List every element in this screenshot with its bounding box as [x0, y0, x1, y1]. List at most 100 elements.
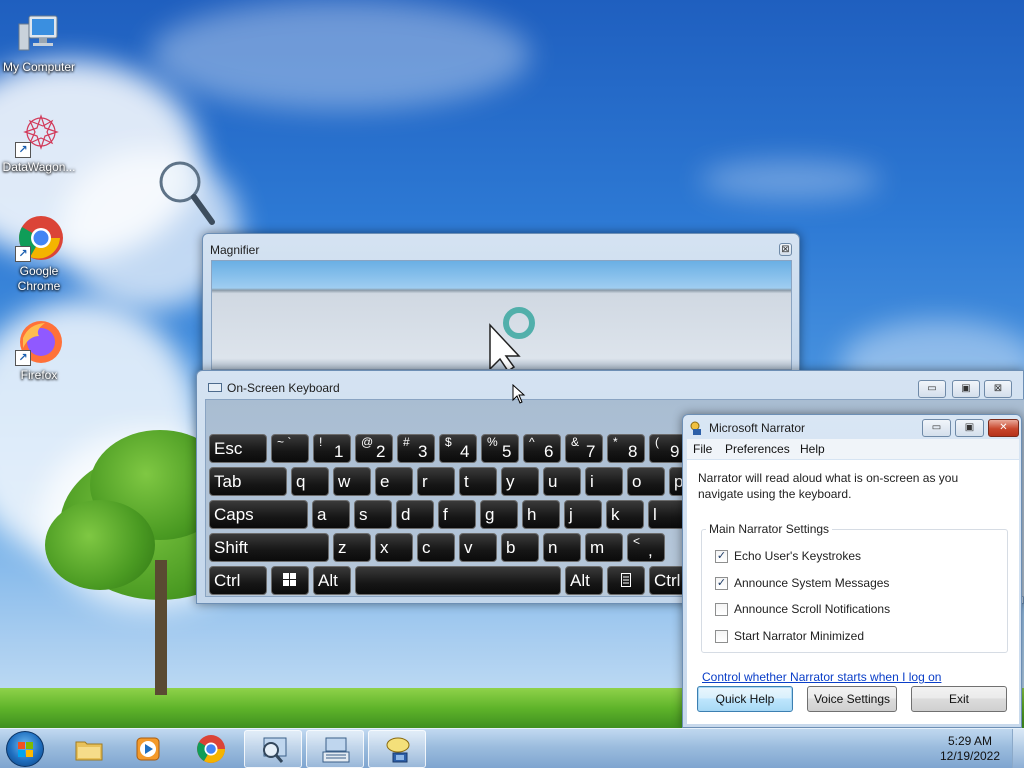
key-windows[interactable] [271, 566, 309, 595]
close-button[interactable]: ⊠ [984, 380, 1012, 398]
key-s[interactable]: s [354, 500, 392, 529]
menu-bar: File Preferences Help [687, 439, 1019, 459]
key-caps[interactable]: Caps [209, 500, 308, 529]
taskbar-media-player[interactable] [120, 730, 178, 768]
key-tilde[interactable]: ~ ` [271, 434, 309, 463]
key-u[interactable]: u [543, 467, 581, 496]
key-j[interactable]: j [564, 500, 602, 529]
key-e[interactable]: e [375, 467, 413, 496]
key-esc[interactable]: Esc [209, 434, 267, 463]
window-title: On-Screen Keyboard [227, 381, 340, 395]
checkbox-unchecked[interactable] [715, 630, 728, 643]
key-ctrl[interactable]: Ctrl [209, 566, 267, 595]
key-v[interactable]: v [459, 533, 497, 562]
key-r[interactable]: r [417, 467, 455, 496]
desktop-icon-firefox[interactable]: ↗ Firefox [0, 318, 78, 383]
menu-icon [621, 573, 631, 587]
computer-icon [15, 10, 63, 58]
taskbar-on-screen-keyboard[interactable] [306, 730, 364, 768]
clock-time: 5:29 AM [947, 734, 993, 748]
narrator-icon [690, 421, 701, 435]
close-button[interactable]: ✕ [988, 419, 1019, 437]
key-k[interactable]: k [606, 500, 644, 529]
busy-cursor-icon [503, 307, 535, 339]
taskbar-explorer[interactable] [60, 730, 118, 768]
key-7[interactable]: & 7 [565, 434, 603, 463]
key-t[interactable]: t [459, 467, 497, 496]
close-button[interactable]: ⊠ [779, 243, 792, 256]
key-n[interactable]: n [543, 533, 581, 562]
maximize-button[interactable]: ▣ [955, 419, 984, 437]
checkbox-unchecked[interactable] [715, 603, 728, 616]
checkbox-checked[interactable]: ✓ [715, 577, 728, 590]
startup-settings-link[interactable]: Control whether Narrator starts when I l… [702, 670, 941, 684]
key-i[interactable]: i [585, 467, 623, 496]
key-c[interactable]: c [417, 533, 455, 562]
shortcut-arrow-icon: ↗ [15, 246, 31, 262]
minimize-button[interactable]: ▭ [922, 419, 951, 437]
menu-help[interactable]: Help [800, 442, 825, 456]
keyboard-icon [322, 737, 350, 763]
key-shift[interactable]: Shift [209, 533, 329, 562]
key-h[interactable]: h [522, 500, 560, 529]
key-o[interactable]: o [627, 467, 665, 496]
desktop-icon-label: My Computer [2, 60, 76, 74]
chrome-icon: ↗ [15, 214, 63, 262]
option-label: Echo User's Keystrokes [734, 549, 862, 563]
key-5[interactable]: % 5 [481, 434, 519, 463]
tree-trunk [155, 560, 167, 695]
voice-settings-button[interactable]: Voice Settings [807, 686, 897, 712]
desktop-icon-datawagon[interactable]: ↗ DataWagon... [0, 110, 78, 175]
key-y[interactable]: y [501, 467, 539, 496]
clock-date: 12/19/2022 [939, 749, 1001, 763]
key-x[interactable]: x [375, 533, 413, 562]
key-l[interactable]: l [648, 500, 686, 529]
key-1[interactable]: ! 1 [313, 434, 351, 463]
mouse-pointer-icon [489, 323, 521, 369]
narrator-icon [386, 737, 410, 763]
description-text: Narrator will read aloud what is on-scre… [698, 471, 959, 501]
magnifier-lens-icon[interactable] [158, 160, 218, 228]
key-d[interactable]: d [396, 500, 434, 529]
key-8[interactable]: * 8 [607, 434, 645, 463]
mouse-pointer-icon [512, 384, 526, 404]
key-q[interactable]: q [291, 467, 329, 496]
key-a[interactable]: a [312, 500, 350, 529]
key-m[interactable]: m [585, 533, 623, 562]
key-space[interactable] [355, 566, 561, 595]
key-3[interactable]: #3 [397, 434, 435, 463]
magnifier-icon [263, 737, 287, 763]
chrome-icon [197, 735, 225, 763]
taskbar-chrome[interactable] [182, 730, 240, 768]
maximize-button[interactable]: ▣ [952, 380, 980, 398]
key-w[interactable]: w [333, 467, 371, 496]
key-f[interactable]: f [438, 500, 476, 529]
taskbar-narrator[interactable] [368, 730, 426, 768]
key-alt-right[interactable]: Alt [565, 566, 603, 595]
key-4[interactable]: $4 [439, 434, 477, 463]
key-alt[interactable]: Alt [313, 566, 351, 595]
key-comma[interactable]: <, [627, 533, 665, 562]
taskbar-magnifier[interactable] [244, 730, 302, 768]
desktop-icon-google-chrome[interactable]: ↗ Google Chrome [0, 214, 78, 294]
checkbox-checked[interactable]: ✓ [715, 550, 728, 563]
desktop-icon-label: Firefox [20, 368, 58, 382]
clock[interactable]: 5:29 AM 12/19/2022 [930, 734, 1010, 764]
key-6[interactable]: ^ 6 [523, 434, 561, 463]
show-desktop-button[interactable] [1012, 729, 1024, 768]
key-g[interactable]: g [480, 500, 518, 529]
key-2[interactable]: @2 [355, 434, 393, 463]
quick-help-button[interactable]: Quick Help [697, 686, 793, 712]
menu-preferences[interactable]: Preferences [725, 442, 790, 456]
start-button[interactable] [6, 731, 44, 767]
key-b[interactable]: b [501, 533, 539, 562]
shortcut-arrow-icon: ↗ [15, 350, 31, 366]
desktop-icon-my-computer[interactable]: My Computer [0, 10, 78, 75]
key-z[interactable]: z [333, 533, 371, 562]
exit-button[interactable]: Exit [911, 686, 1007, 712]
menu-file[interactable]: File [693, 442, 712, 456]
firefox-icon: ↗ [15, 318, 63, 366]
minimize-button[interactable]: ▭ [918, 380, 946, 398]
key-menu[interactable] [607, 566, 645, 595]
key-tab[interactable]: Tab [209, 467, 287, 496]
